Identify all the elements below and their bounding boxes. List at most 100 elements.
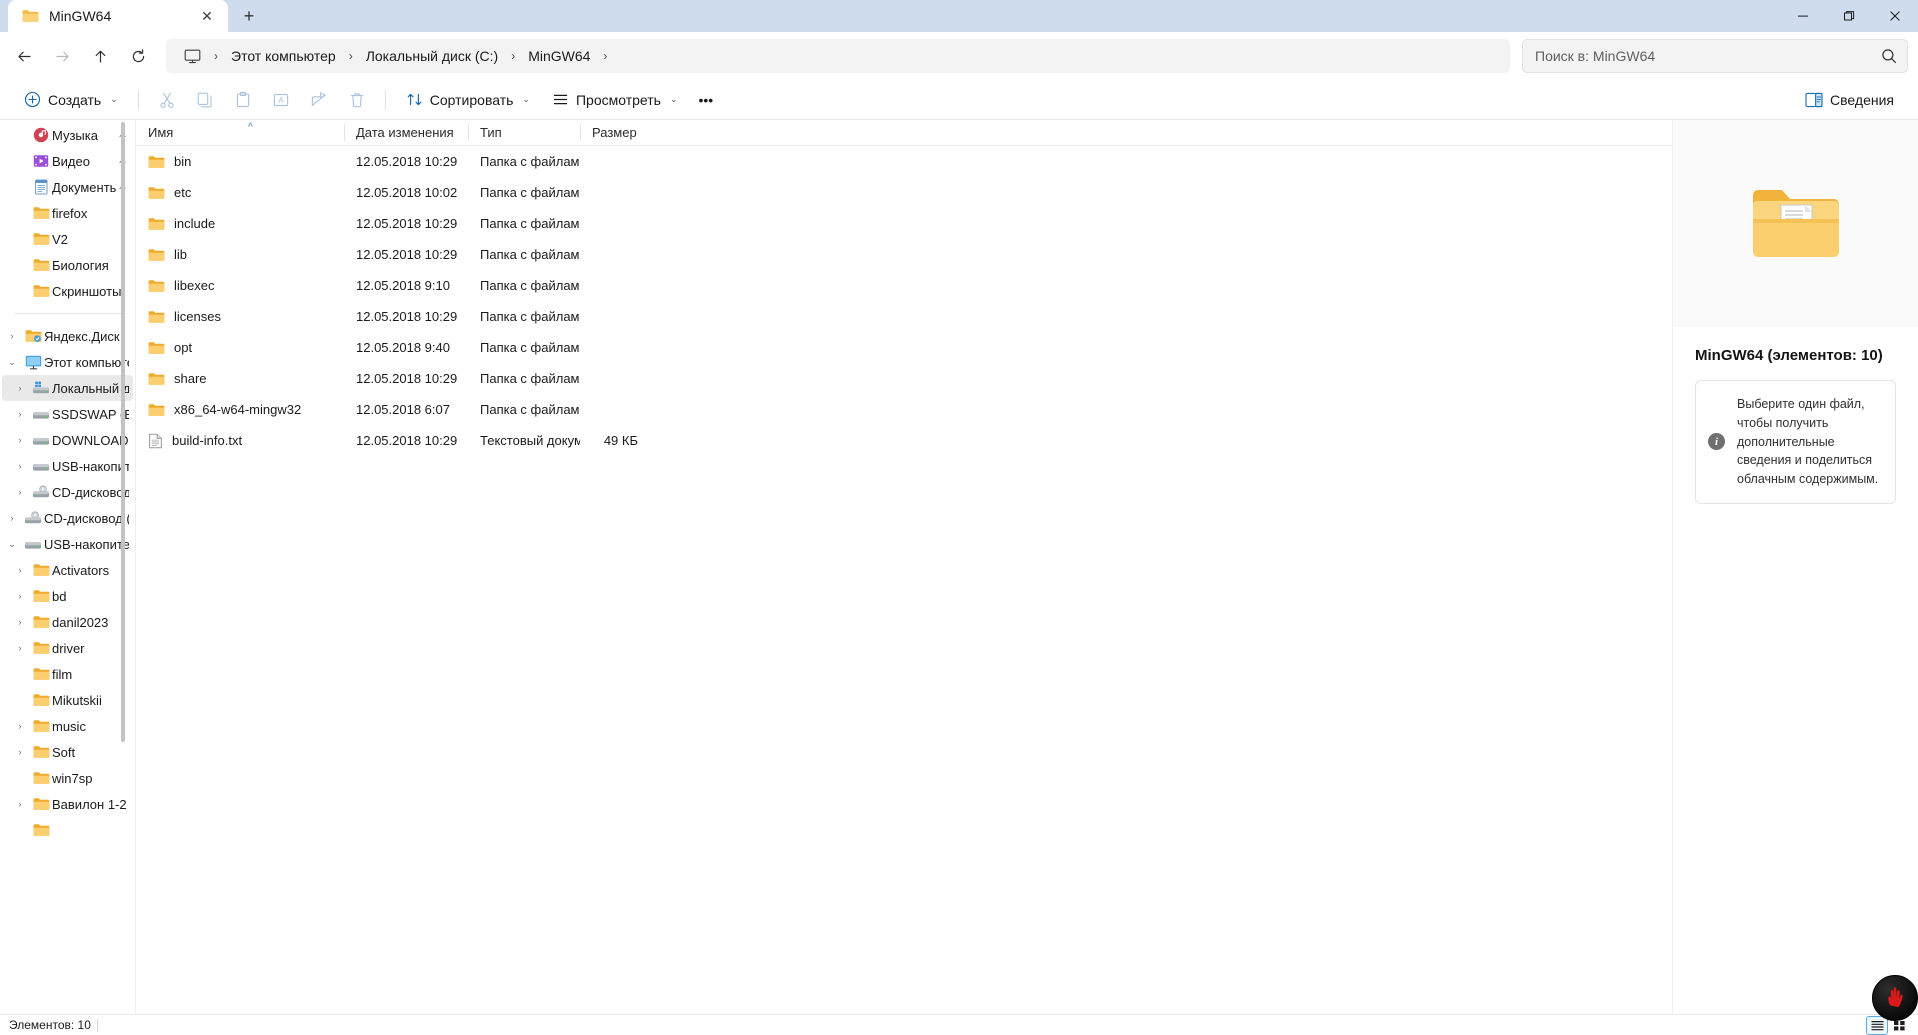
new-button[interactable]: Создать ⌄: [14, 84, 128, 116]
minimize-button[interactable]: [1780, 0, 1826, 32]
cell-date: 12.05.2018 10:02: [356, 185, 458, 200]
sidebar-item-вавилон-1-2[interactable]: › Вавилон 1-2: [2, 791, 133, 817]
table-row[interactable]: licenses 12.05.2018 10:29 Папка с файлами: [136, 301, 1672, 332]
sidebar-item-blank[interactable]: [2, 817, 133, 843]
sidebar-item-v2[interactable]: V2: [2, 226, 133, 252]
table-row[interactable]: include 12.05.2018 10:29 Папка с файлами: [136, 208, 1672, 239]
sidebar-item-bd[interactable]: › bd: [2, 583, 133, 609]
sidebar-item-mikutskii[interactable]: Mikutskii: [2, 687, 133, 713]
chevron-down-icon[interactable]: ⌄: [2, 539, 22, 550]
refresh-button[interactable]: [120, 39, 156, 73]
chevron-right-icon[interactable]: ›: [10, 383, 30, 393]
cut-button[interactable]: [149, 84, 185, 116]
sidebar-item-downloads[interactable]: › DOWNLOADS: [2, 427, 133, 453]
forward-button[interactable]: [44, 39, 80, 73]
table-row[interactable]: etc 12.05.2018 10:02 Папка с файлами: [136, 177, 1672, 208]
cell-size: 49 КБ: [603, 433, 638, 448]
search-icon[interactable]: [1881, 48, 1897, 64]
details-pane-button[interactable]: Сведения: [1795, 84, 1904, 116]
breadcrumb-item-1[interactable]: Локальный диск (C:): [358, 44, 507, 68]
sidebar-item-firefox[interactable]: firefox: [2, 200, 133, 226]
view-button[interactable]: Просмотреть ⌄: [542, 84, 688, 116]
chevron-right-icon[interactable]: ›: [10, 487, 30, 497]
new-tab-button[interactable]: +: [234, 2, 264, 30]
sidebar-item-activators[interactable]: › Activators: [2, 557, 133, 583]
sidebar-item-soft[interactable]: › Soft: [2, 739, 133, 765]
sidebar-item-music[interactable]: › music: [2, 713, 133, 739]
rename-button[interactable]: A: [263, 84, 299, 116]
table-row[interactable]: libexec 12.05.2018 9:10 Папка с файлами: [136, 270, 1672, 301]
paste-button[interactable]: [225, 84, 261, 116]
sidebar-item-film[interactable]: film: [2, 661, 133, 687]
column-header-name[interactable]: Имя ^: [136, 120, 344, 146]
breadcrumb-item-0[interactable]: Этот компьютер: [223, 44, 344, 68]
share-button[interactable]: [301, 84, 337, 116]
sidebar-item-видео[interactable]: Видео: [2, 148, 133, 174]
chevron-right-icon[interactable]: ›: [10, 565, 30, 575]
table-row[interactable]: bin 12.05.2018 10:29 Папка с файлами: [136, 146, 1672, 177]
breadcrumb-computer-icon[interactable]: [176, 45, 209, 68]
search-box[interactable]: [1522, 39, 1908, 73]
chevron-right-icon[interactable]: ›: [10, 591, 30, 601]
bloody-overlay-icon[interactable]: [1872, 975, 1918, 1021]
address-bar[interactable]: › Этот компьютер › Локальный диск (C:) ›…: [166, 39, 1510, 73]
chevron-down-icon[interactable]: ⌄: [2, 357, 22, 368]
sidebar-item-этот-компьютер[interactable]: ⌄ Этот компьютер: [2, 349, 133, 375]
file-name-label: libexec: [174, 278, 215, 293]
search-input[interactable]: [1533, 47, 1873, 65]
cell-date: 12.05.2018 10:29: [356, 216, 458, 231]
chevron-right-icon[interactable]: ›: [10, 643, 30, 653]
sidebar-scrollbar-thumb[interactable]: [121, 122, 125, 742]
sidebar-item-музыка[interactable]: Музыка: [2, 122, 133, 148]
chevron-right-icon[interactable]: ›: [10, 409, 30, 419]
sidebar-item-cd-дисковод[interactable]: › CD-дисковод: [2, 479, 133, 505]
sidebar-item-яндекс-диск[interactable]: › Яндекс.Диск: [2, 323, 133, 349]
column-header-date[interactable]: Дата изменения: [344, 120, 468, 146]
table-row[interactable]: share 12.05.2018 10:29 Папка с файлами: [136, 363, 1672, 394]
sidebar-item-ssdswap-e-[interactable]: › SSDSWAP (E:): [2, 401, 133, 427]
table-row[interactable]: build-info.txt 12.05.2018 10:29 Текстовый …: [136, 425, 1672, 456]
chevron-right-icon[interactable]: ›: [10, 747, 30, 757]
table-row[interactable]: x86_64-w64-mingw32 12.05.2018 6:07 Папка с…: [136, 394, 1672, 425]
breadcrumb-separator: ›: [603, 49, 608, 63]
sidebar-item-win7sp[interactable]: win7sp: [2, 765, 133, 791]
sidebar-item-danil2023[interactable]: › danil2023: [2, 609, 133, 635]
close-icon[interactable]: ✕: [196, 5, 218, 27]
sidebar-item-driver[interactable]: › driver: [2, 635, 133, 661]
chevron-right-icon[interactable]: ›: [10, 435, 30, 445]
sidebar-item-usb-накопите[interactable]: › USB-накопите: [2, 453, 133, 479]
maximize-button[interactable]: [1826, 0, 1872, 32]
chevron-right-icon[interactable]: ›: [2, 513, 22, 523]
delete-button[interactable]: [339, 84, 375, 116]
sidebar-item-cd-дисковод-i-[interactable]: › CD-дисковод (I:: [2, 505, 133, 531]
chevron-right-icon[interactable]: ›: [10, 799, 30, 809]
chevron-right-icon[interactable]: ›: [2, 331, 22, 341]
chevron-right-icon[interactable]: ›: [10, 721, 30, 731]
sidebar-item-label: film: [52, 666, 73, 682]
details-title: MinGW64 (элементов: 10): [1695, 347, 1883, 364]
sort-button[interactable]: Сортировать ⌄: [396, 84, 540, 116]
back-button[interactable]: [6, 39, 42, 73]
file-name-label: lib: [174, 247, 188, 262]
tab-mingw64[interactable]: MinGW64 ✕: [8, 0, 228, 32]
sidebar-item-локальный-ди[interactable]: › Локальный ди: [2, 375, 133, 401]
file-rows: bin 12.05.2018 10:29 Папка с файлами etc 12.…: [136, 146, 1672, 456]
more-options-button[interactable]: •••: [689, 84, 722, 116]
chevron-right-icon[interactable]: ›: [10, 617, 30, 627]
close-window-button[interactable]: [1872, 0, 1918, 32]
sidebar-item-usb-накопител[interactable]: ⌄ USB-накопител: [2, 531, 133, 557]
content-area: Музыка Видео Документы firefox V2 Биология Скр…: [0, 120, 1918, 1014]
up-button[interactable]: [82, 39, 118, 73]
sidebar-item-биология[interactable]: Биология: [2, 252, 133, 278]
chevron-right-icon[interactable]: ›: [10, 461, 30, 471]
sidebar-item-документы[interactable]: Документы: [2, 174, 133, 200]
document-icon: [30, 179, 52, 195]
column-header-size[interactable]: Размер: [580, 120, 652, 146]
file-name-label: share: [174, 371, 207, 386]
breadcrumb-item-2[interactable]: MinGW64: [520, 44, 598, 68]
column-header-type[interactable]: Тип: [468, 120, 580, 146]
table-row[interactable]: opt 12.05.2018 9:40 Папка с файлами: [136, 332, 1672, 363]
table-row[interactable]: lib 12.05.2018 10:29 Папка с файлами: [136, 239, 1672, 270]
sidebar-item-скриншоты[interactable]: Скриншоты: [2, 278, 133, 304]
copy-button[interactable]: [187, 84, 223, 116]
